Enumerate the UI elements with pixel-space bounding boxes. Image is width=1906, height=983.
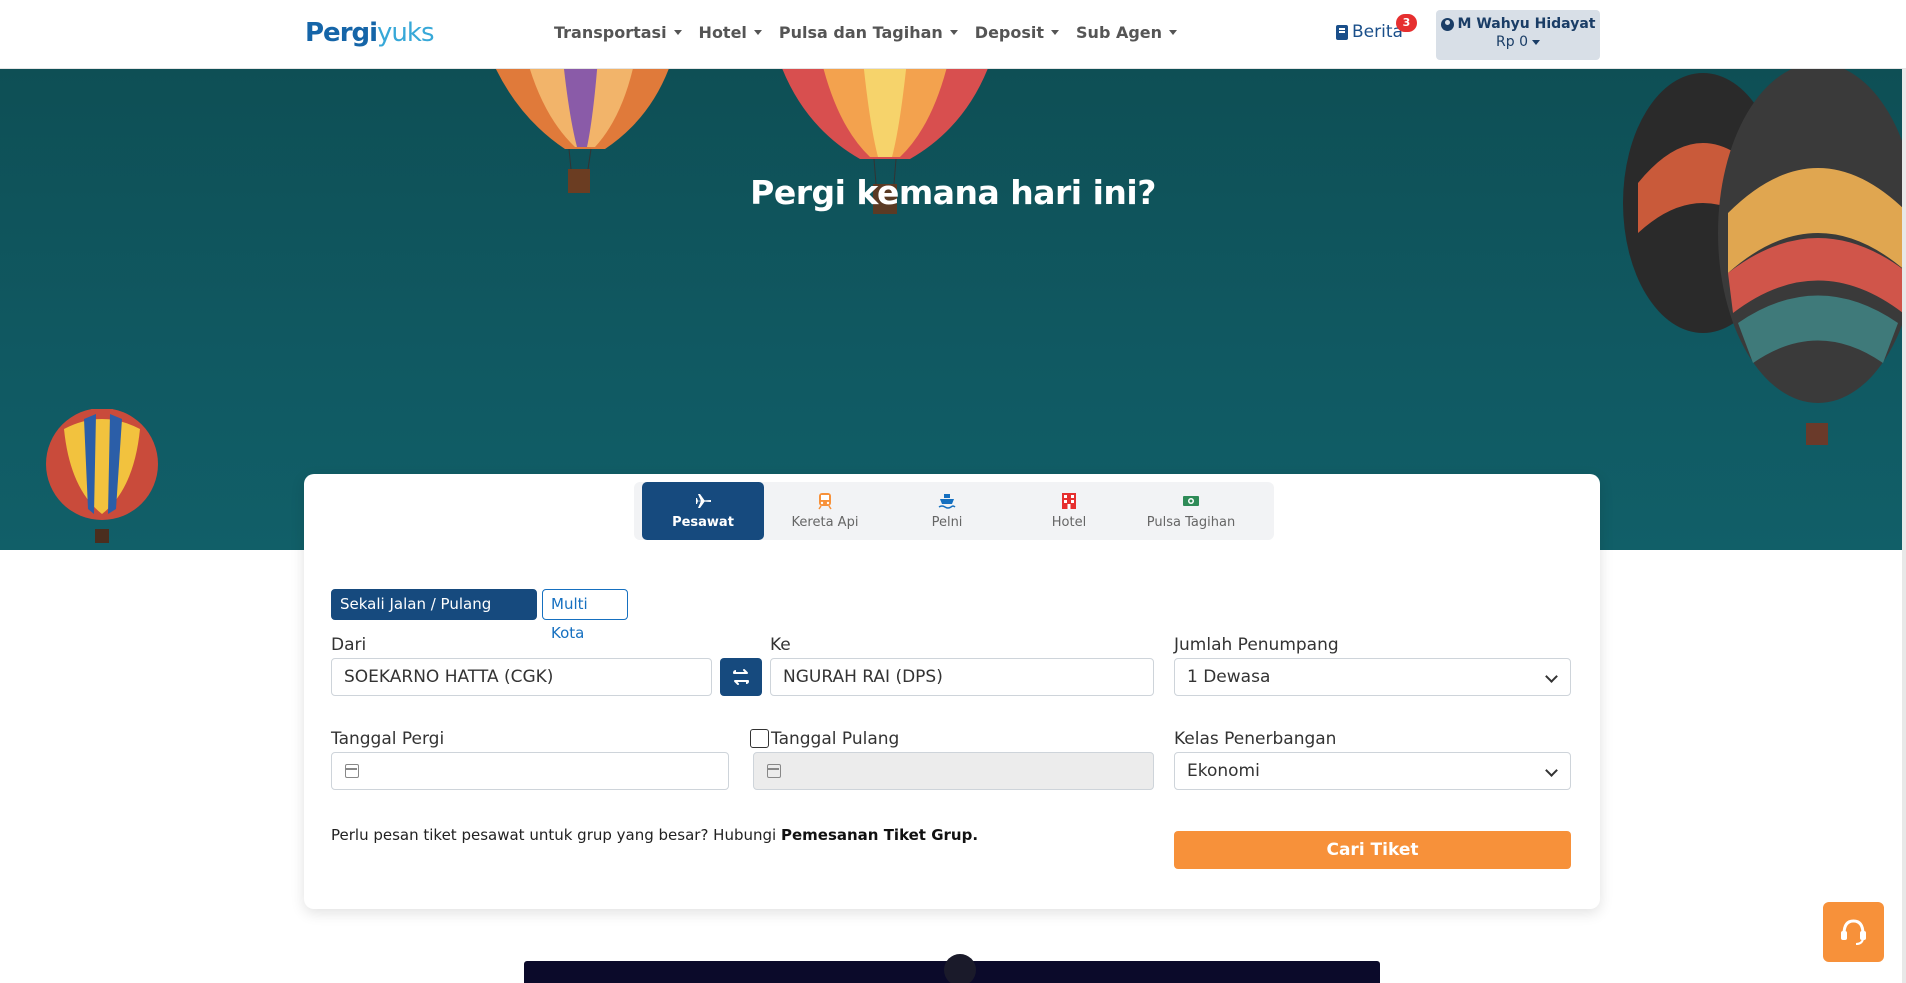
caret-down-icon: [1531, 39, 1540, 45]
class-label: Kelas Penerbangan: [1174, 729, 1337, 749]
trip-multicity-button[interactable]: Multi Kota: [542, 589, 628, 642]
menu-hotel[interactable]: Hotel: [699, 23, 762, 42]
from-field[interactable]: SOEKARNO HATTA (CGK): [331, 658, 712, 696]
return-date-checkbox[interactable]: [750, 729, 769, 748]
tab-label: Hotel: [1051, 515, 1087, 530]
group-booking-text: Perlu pesan tiket pesawat untuk grup yan…: [331, 826, 781, 844]
promo-logo-icon: [944, 954, 976, 983]
hot-air-balloon-image: [782, 69, 988, 214]
search-card: Pesawat Kereta Api Pelni Hotel Pulsa Tag…: [304, 474, 1600, 909]
caret-down-icon: [1051, 29, 1060, 35]
passengers-value: 1 Dewasa: [1187, 667, 1271, 687]
chevron-down-icon: [1545, 764, 1558, 777]
group-booking-link[interactable]: Pemesanan Tiket Grup.: [781, 826, 978, 844]
money-icon: [1183, 496, 1199, 506]
class-value: Ekonomi: [1187, 761, 1260, 781]
menu-label: Deposit: [974, 22, 1045, 42]
calendar-icon: [767, 764, 781, 778]
passengers-label: Jumlah Penumpang: [1174, 635, 1339, 655]
user-name-text: M Wahyu Hidayat: [1457, 16, 1596, 32]
search-ticket-button[interactable]: Cari Tiket: [1174, 831, 1571, 869]
calendar-icon: [345, 764, 359, 778]
menu-label: Hotel: [698, 22, 747, 42]
menu-deposit[interactable]: Deposit: [974, 22, 1060, 42]
hot-air-balloon-image: [1623, 69, 1906, 445]
passengers-select[interactable]: 1 Dewasa: [1174, 658, 1571, 696]
to-field[interactable]: NGURAH RAI (DPS): [770, 658, 1154, 696]
class-select[interactable]: Ekonomi: [1174, 752, 1571, 790]
group-booking-info: Perlu pesan tiket pesawat untuk grup yan…: [331, 826, 978, 844]
user-account-dropdown[interactable]: M Wahyu Hidayat Rp 0: [1436, 10, 1600, 60]
navbar: Pergiyuks Transportasi Hotel Pulsa dan T…: [0, 0, 1906, 69]
user-name: M Wahyu Hidayat: [1436, 16, 1600, 32]
plane-icon: [695, 494, 711, 508]
main-menu: Transportasi Hotel Pulsa dan Tagihan Dep…: [554, 0, 1194, 64]
menu-label: Sub Agen: [1076, 22, 1163, 42]
tab-label: Pulsa Tagihan: [1146, 515, 1236, 530]
book-icon: [1336, 24, 1348, 40]
return-date-field: [753, 752, 1154, 790]
tab-kereta-api[interactable]: Kereta Api: [764, 482, 886, 540]
caret-down-icon: [673, 29, 682, 35]
caret-down-icon: [1169, 29, 1178, 35]
user-balance: Rp 0: [1436, 34, 1600, 50]
tab-label: Pesawat: [672, 515, 734, 530]
tab-pulsa-tagihan[interactable]: Pulsa Tagihan: [1130, 482, 1252, 540]
menu-transportasi[interactable]: Transportasi: [554, 23, 682, 42]
berita-link[interactable]: Berita: [1336, 22, 1403, 42]
depart-date-field[interactable]: [331, 752, 729, 790]
from-label: Dari: [331, 635, 367, 655]
menu-label: Pulsa dan Tagihan: [778, 22, 943, 42]
page-scrollbar[interactable]: [1902, 0, 1906, 983]
hotel-icon: [1062, 493, 1076, 509]
customer-support-button[interactable]: [1823, 902, 1884, 962]
swap-icon: [733, 669, 749, 685]
hot-air-balloon-image: [46, 409, 158, 543]
chevron-down-icon: [1545, 670, 1558, 683]
tab-pesawat[interactable]: Pesawat: [642, 482, 764, 540]
user-balance-text: Rp 0: [1496, 34, 1528, 50]
tab-hotel[interactable]: Hotel: [1008, 482, 1130, 540]
tab-pelni[interactable]: Pelni: [886, 482, 1008, 540]
train-icon: [818, 493, 832, 510]
headset-icon: [1841, 919, 1866, 945]
return-date-label: Tanggal Pulang: [771, 729, 900, 749]
tab-label: Kereta Api: [791, 515, 859, 530]
pergiyuks-logo[interactable]: Pergiyuks: [305, 18, 435, 48]
ship-icon: [938, 494, 956, 509]
to-label: Ke: [770, 635, 791, 655]
caret-down-icon: [949, 29, 958, 35]
berita-count-badge: 3: [1396, 14, 1417, 32]
tab-label: Pelni: [931, 515, 963, 530]
trip-oneway-roundtrip-button[interactable]: Sekali Jalan / Pulang Pergi: [331, 589, 537, 642]
logo-text-primary: Pergi: [305, 18, 378, 48]
menu-pulsa-tagihan[interactable]: Pulsa dan Tagihan: [779, 23, 958, 42]
service-tabs: Pesawat Kereta Api Pelni Hotel Pulsa Tag…: [634, 482, 1274, 540]
user-circle-icon: [1440, 17, 1454, 31]
depart-date-label: Tanggal Pergi: [331, 729, 445, 749]
menu-sub-agen[interactable]: Sub Agen: [1076, 22, 1178, 42]
logo-text-secondary: yuks: [377, 18, 434, 48]
promo-banner: [524, 954, 1380, 983]
menu-label: Transportasi: [554, 22, 667, 42]
caret-down-icon: [753, 29, 762, 35]
hero-title: Pergi kemana hari ini?: [750, 173, 1156, 212]
swap-route-button[interactable]: [720, 658, 762, 696]
